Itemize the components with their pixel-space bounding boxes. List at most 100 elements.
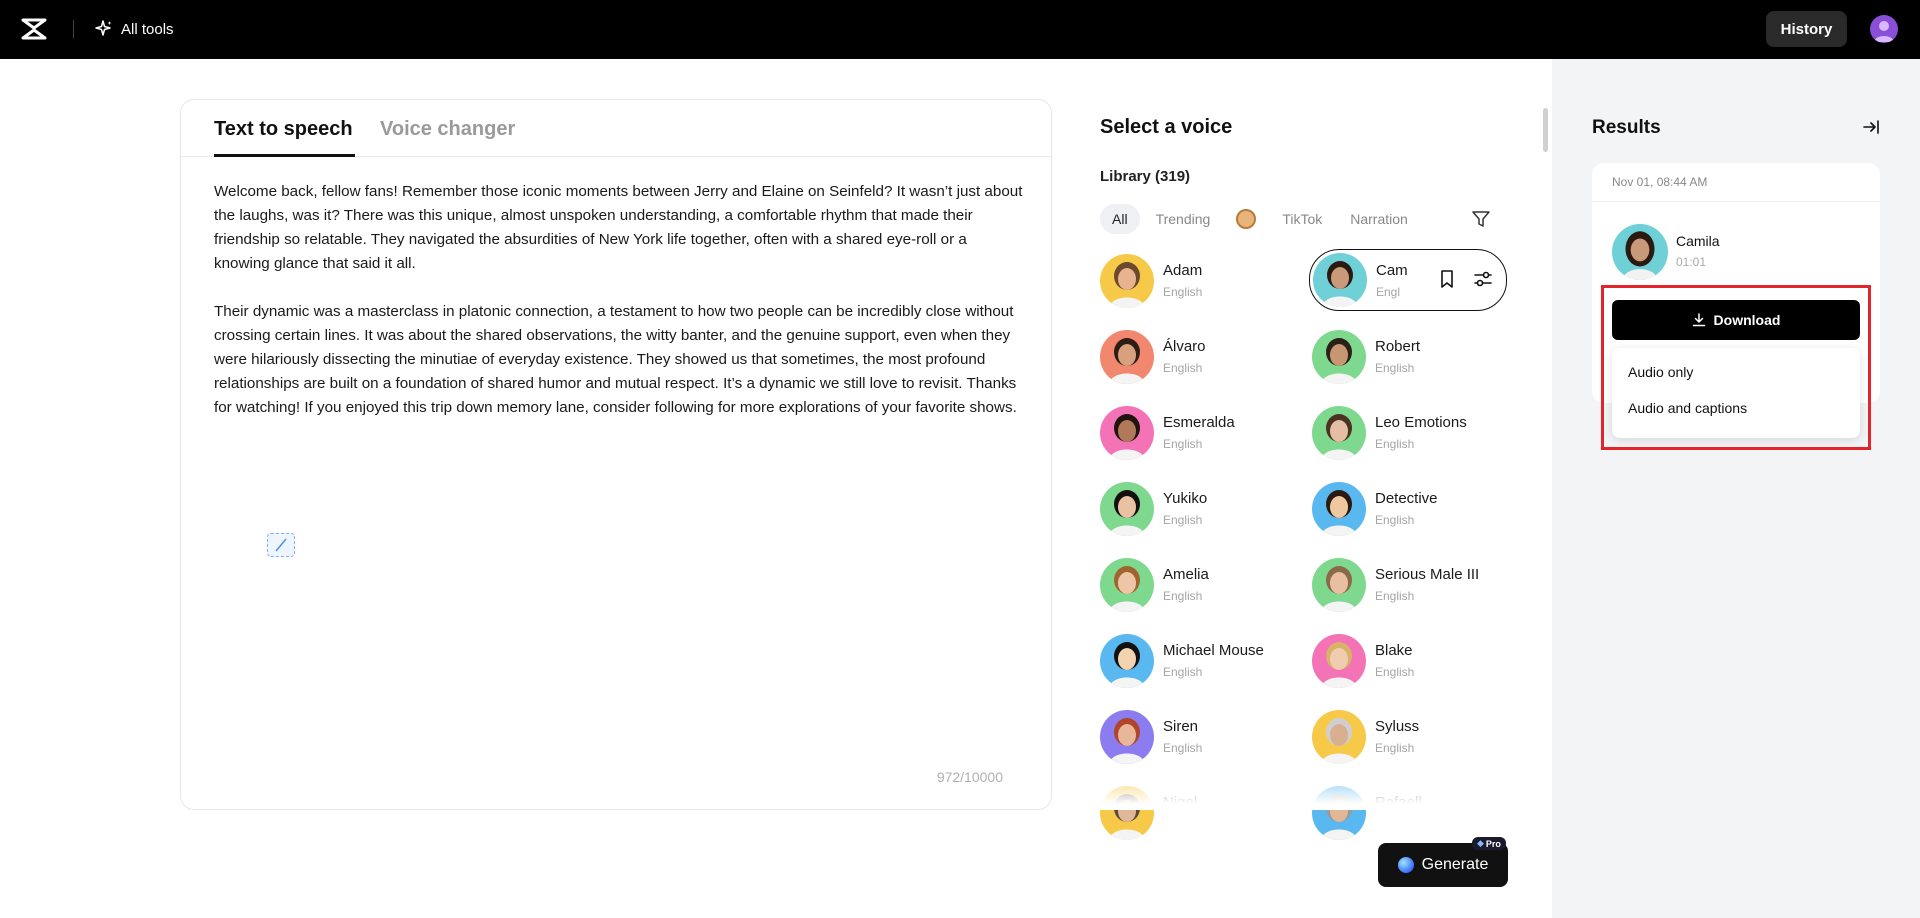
history-button[interactable]: History [1766,11,1847,47]
voice-avatar [1100,634,1154,688]
avatar-portrait-icon [1312,482,1366,536]
voice-language: English [1163,741,1203,755]
voice-language: English [1375,741,1415,755]
voice-item[interactable]: Detective English [1312,480,1512,538]
filter-chip-trending[interactable]: Trending [1144,204,1223,234]
voice-item[interactable]: Álvaro English [1100,328,1300,386]
topbar-divider [73,20,74,38]
sparkle-icon [95,20,112,36]
result-date: Nov 01, 08:44 AM [1612,175,1708,189]
result-voice-avatar [1612,224,1668,280]
voice-avatar [1100,406,1154,460]
bookmark-icon[interactable] [1436,267,1458,291]
voice-item[interactable]: Serious Male III English [1312,556,1512,614]
voice-language: English [1163,437,1203,451]
voice-language: Engl [1376,285,1401,299]
voice-item[interactable]: Blake English [1312,632,1512,690]
voice-item[interactable]: Yukiko English [1100,480,1300,538]
voice-avatar [1313,253,1367,307]
voice-item[interactable]: Esmeralda English [1100,404,1300,462]
voice-filter-chips: All Trending TikTok Narration [1100,204,1420,234]
list-fade-overlay [1095,770,1515,810]
text-cursor-marker [267,533,295,557]
voice-avatar [1312,482,1366,536]
avatar-portrait-icon [1100,406,1154,460]
adjust-settings-icon[interactable] [1472,267,1494,291]
edit-sparkle-icon [275,538,287,552]
voice-language: English [1163,361,1203,375]
collapse-panel-icon[interactable] [1861,117,1881,137]
highlight-annotation-box [1601,285,1871,450]
voice-name: Serious Male III [1375,566,1480,583]
all-tools-button[interactable]: All tools [95,17,174,41]
avatar-portrait-icon [1100,634,1154,688]
voice-language: English [1163,513,1203,527]
voice-language: English [1375,589,1415,603]
voice-language: English [1163,285,1203,299]
filter-chip-all[interactable]: All [1100,204,1140,234]
voice-list-scrollbar[interactable] [1543,108,1548,152]
voice-name: Esmeralda [1163,414,1235,431]
voice-avatar [1312,330,1366,384]
tab-text-to-speech[interactable]: Text to speech [214,118,353,141]
voice-name: Leo Emotions [1375,414,1467,431]
avatar-portrait-icon [1100,558,1154,612]
voice-language: English [1163,589,1203,603]
filter-icon[interactable] [1470,208,1492,230]
top-bar: All tools History [0,0,1920,59]
voice-avatar [1100,330,1154,384]
avatar-portrait-icon [1100,710,1154,764]
result-voice-name: Camila [1676,233,1720,249]
generate-orb-icon [1397,857,1414,873]
voice-name: Siren [1163,718,1199,735]
active-tab-indicator [214,154,355,157]
tab-voice-changer[interactable]: Voice changer [380,118,515,141]
results-panel: Results Nov 01, 08:44 AM Camila 01:01 [1552,59,1920,918]
voice-name: Cam [1376,262,1408,279]
avatar-portrait-icon [1100,254,1154,308]
voice-avatar [1312,710,1366,764]
voice-name: Yukiko [1163,490,1208,507]
voice-avatar [1100,558,1154,612]
voice-item[interactable]: Adam English [1100,252,1300,310]
user-avatar[interactable] [1870,15,1898,43]
voice-name: Amelia [1163,566,1209,583]
voice-language: English [1375,665,1415,679]
diamond-icon: ◆ [1477,838,1484,848]
voice-item[interactable]: Siren English [1100,708,1300,766]
voice-name: Robert [1375,338,1421,355]
voice-actions [1436,267,1494,291]
text-editor-card: Text to speech Voice changer Welcome bac… [180,99,1052,810]
voice-item[interactable]: Syluss English [1312,708,1512,766]
pro-badge: ◆ Pro [1472,837,1506,850]
avatar-portrait-icon [1312,406,1366,460]
voice-item[interactable]: Leo Emotions English [1312,404,1512,462]
script-paragraph: Their dynamic was a masterclass in plato… [214,303,1017,416]
avatar-portrait-icon [1100,330,1154,384]
camila-avatar-icon [1612,224,1668,280]
filter-chip-character[interactable] [1224,204,1268,234]
voice-item[interactable]: Cam Engl [1309,249,1507,311]
voice-item[interactable]: Amelia English [1100,556,1300,614]
avatar-portrait-icon [1312,710,1366,764]
voice-name: Blake [1375,642,1413,659]
avatar-portrait-icon [1312,634,1366,688]
filter-chip-narration[interactable]: Narration [1338,204,1420,234]
voice-avatar [1312,406,1366,460]
filter-chip-tiktok[interactable]: TikTok [1270,204,1334,234]
voice-language: English [1163,665,1203,679]
voice-avatar [1100,710,1154,764]
voice-avatar [1312,558,1366,612]
voice-name: Álvaro [1163,338,1206,355]
capcut-logo-icon[interactable] [20,16,48,42]
script-textarea[interactable]: Welcome back, fellow fans! Remember thos… [214,180,1026,444]
pro-badge-label: Pro [1485,838,1501,849]
voice-item[interactable]: Robert English [1312,328,1512,386]
script-paragraph: Welcome back, fellow fans! Remember thos… [214,183,1023,272]
voice-avatar [1100,482,1154,536]
voice-item[interactable]: Michael Mouse English [1100,632,1300,690]
voice-avatar [1312,634,1366,688]
avatar-portrait-icon [1313,253,1367,307]
avatar-portrait-icon [1100,482,1154,536]
voice-language: English [1375,513,1415,527]
